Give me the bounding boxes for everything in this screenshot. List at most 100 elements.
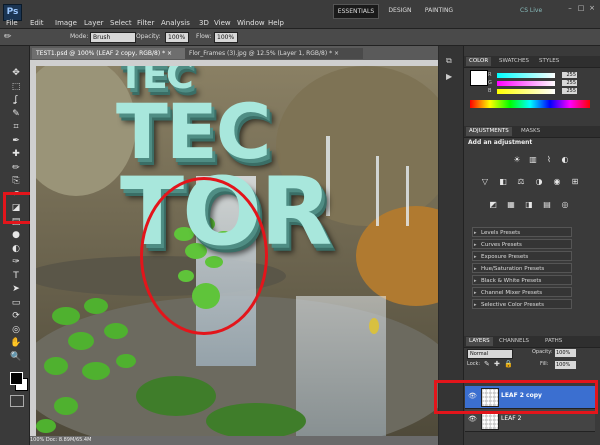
selective-color-icon[interactable]: ◎ <box>560 200 570 209</box>
tab-paths[interactable]: PATHS <box>542 337 565 346</box>
preset-item[interactable]: Exposure Presets <box>472 251 572 262</box>
menu-window[interactable]: Window <box>237 19 265 28</box>
flow-field[interactable]: 100% <box>214 32 238 43</box>
pen-icon[interactable]: ✑ <box>10 256 22 268</box>
tab-swatches[interactable]: SWATCHES <box>496 57 532 66</box>
tab-masks[interactable]: MASKS <box>518 127 543 136</box>
marquee-icon[interactable]: ⬚ <box>10 81 22 93</box>
lasso-icon[interactable]: ʆ <box>10 94 22 106</box>
bw-icon[interactable]: ◑ <box>534 177 544 186</box>
red-slider[interactable] <box>497 73 555 78</box>
tab-channels[interactable]: CHANNELS <box>496 337 532 346</box>
color-balance-icon[interactable]: ⚖ <box>516 177 526 186</box>
menu-edit[interactable]: Edit <box>30 19 44 28</box>
actions-icon[interactable]: ▶ <box>446 72 456 81</box>
brush-icon[interactable]: ✏ <box>10 162 22 174</box>
menu-select[interactable]: Select <box>110 19 132 28</box>
preset-item[interactable]: Channel Mixer Presets <box>472 287 572 298</box>
workspace-design-button[interactable]: DESIGN <box>386 4 414 17</box>
lock-pixels-icon[interactable]: ✎ <box>484 360 492 368</box>
tab-label: Flor_Frames (3).jpg @ 12.5% (Layer 1, RG… <box>189 50 333 57</box>
color-fg-preview[interactable] <box>470 70 488 86</box>
preset-item[interactable]: Selective Color Presets <box>472 299 572 310</box>
menu-filter[interactable]: Filter <box>137 19 154 28</box>
green-slider[interactable] <box>497 81 555 86</box>
history-icon[interactable]: ⧉ <box>446 56 456 65</box>
preset-item[interactable]: Levels Presets <box>472 227 572 238</box>
tab-test1[interactable]: TEST1.psd @ 100% (LEAF 2 copy, RGB/8) * … <box>32 48 188 59</box>
brightness-icon[interactable]: ☀ <box>512 155 522 164</box>
layer-opacity-label: Opacity: <box>532 349 553 355</box>
menu-layer[interactable]: Layer <box>84 19 104 28</box>
maximize-icon[interactable]: □ <box>577 4 585 12</box>
crop-icon[interactable]: ⌗ <box>10 121 22 133</box>
tab-flor-frames[interactable]: Flor_Frames (3).jpg @ 12.5% (Layer 1, RG… <box>185 48 363 59</box>
brush-preset-icon[interactable]: ✏ <box>4 31 16 43</box>
minimize-icon[interactable]: – <box>566 4 574 12</box>
clone-stamp-icon[interactable]: ⎘ <box>10 175 22 187</box>
document-canvas[interactable]: TEC TEC TOR <box>36 66 438 436</box>
hue-sat-icon[interactable]: ◧ <box>498 177 508 186</box>
hand-icon[interactable]: ✋ <box>10 337 22 349</box>
close-tab-icon[interactable]: × <box>334 50 339 57</box>
type-icon[interactable]: T <box>10 270 22 282</box>
quick-select-icon[interactable]: ✎ <box>10 108 22 120</box>
menu-image[interactable]: Image <box>55 19 77 28</box>
invert-icon[interactable]: ◩ <box>488 200 498 209</box>
vibrance-icon[interactable]: ▽ <box>480 177 490 186</box>
posterize-icon[interactable]: ▦ <box>506 200 516 209</box>
red-value[interactable]: 255 <box>562 72 577 78</box>
close-tab-icon[interactable]: × <box>167 50 172 57</box>
dodge-icon[interactable]: ◐ <box>10 243 22 255</box>
tab-styles[interactable]: STYLES <box>536 57 562 66</box>
menu-analysis[interactable]: Analysis <box>161 19 190 28</box>
cs-live-button[interactable]: CS Live <box>520 4 560 17</box>
green-value[interactable]: 255 <box>562 80 577 86</box>
tab-color[interactable]: COLOR <box>466 57 492 66</box>
levels-icon[interactable]: ▥ <box>528 155 538 164</box>
path-select-icon[interactable]: ➤ <box>10 283 22 295</box>
fill-field[interactable]: 100% <box>555 361 576 369</box>
eyedropper-icon[interactable]: ✒ <box>10 135 22 147</box>
tab-layers[interactable]: LAYERS <box>466 337 493 346</box>
menu-view[interactable]: View <box>214 19 231 28</box>
exposure-icon[interactable]: ◐ <box>560 155 570 164</box>
opacity-field[interactable]: 100% <box>165 32 189 43</box>
quick-mask-icon[interactable] <box>10 395 24 407</box>
mode-label: Mode: <box>70 33 89 40</box>
close-window-icon[interactable]: × <box>588 4 596 12</box>
zoom-icon[interactable]: 🔍 <box>10 351 22 363</box>
workspace-essentials-button[interactable]: ESSENTIALS <box>333 4 379 19</box>
blue-value[interactable]: 255 <box>562 88 577 94</box>
lock-all-icon[interactable]: 🔒 <box>504 360 513 368</box>
3d-rotate-icon[interactable]: ⟳ <box>10 310 22 322</box>
blur-icon[interactable]: ● <box>10 229 22 241</box>
preset-item[interactable]: Black & White Presets <box>472 275 572 286</box>
photo-filter-icon[interactable]: ◉ <box>552 177 562 186</box>
threshold-icon[interactable]: ◨ <box>524 200 534 209</box>
preset-item[interactable]: Hue/Saturation Presets <box>472 263 572 274</box>
gradient-map-icon[interactable]: ▤ <box>542 200 552 209</box>
3d-orbit-icon[interactable]: ◎ <box>10 324 22 336</box>
color-spectrum-bar[interactable] <box>470 100 590 108</box>
healing-icon[interactable]: ✚ <box>10 148 22 160</box>
layer-visibility-icon[interactable]: 👁 <box>468 415 477 423</box>
menu-help[interactable]: Help <box>268 19 284 28</box>
menu-3d[interactable]: 3D <box>199 19 209 28</box>
move-icon[interactable]: ✥ <box>10 67 22 79</box>
lock-position-icon[interactable]: ✚ <box>494 360 502 368</box>
menu-file[interactable]: File <box>6 19 18 28</box>
preset-item[interactable]: Curves Presets <box>472 239 572 250</box>
foreground-color-swatch[interactable] <box>10 372 23 385</box>
channel-mixer-icon[interactable]: ⊞ <box>570 177 580 186</box>
blue-slider[interactable] <box>497 89 555 94</box>
mode-select[interactable]: Brush <box>90 32 136 43</box>
shape-icon[interactable]: ▭ <box>10 297 22 309</box>
curves-icon[interactable]: ⌇ <box>544 155 554 164</box>
layer-opacity-field[interactable]: 100% <box>555 349 576 357</box>
add-adjustment-label: Add an adjustment <box>468 139 533 146</box>
tab-adjustments[interactable]: ADJUSTMENTS <box>466 127 512 136</box>
workspace-painting-button[interactable]: PAINTING <box>423 4 455 17</box>
blend-mode-select[interactable]: Normal <box>467 349 513 359</box>
leaf-highlight-annotation <box>140 177 268 335</box>
